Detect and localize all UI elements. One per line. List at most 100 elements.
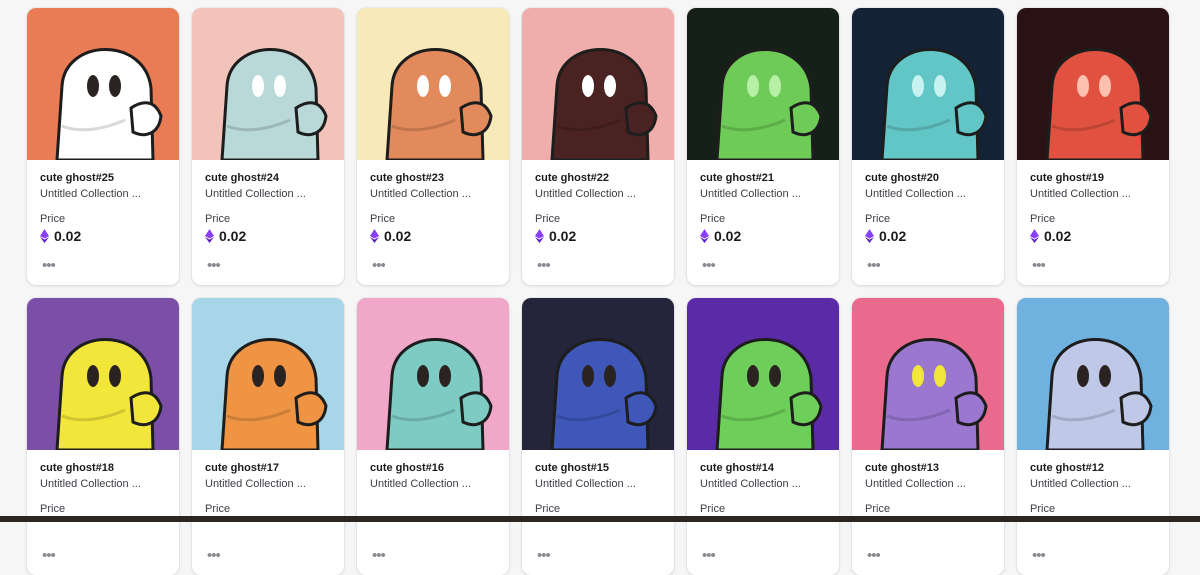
price-label: Price [205,213,231,225]
price-label: Price [535,213,561,225]
ethereum-icon [40,229,49,243]
ethereum-icon [700,229,709,243]
collection-name[interactable]: Untitled Collection ... [700,478,801,490]
more-options-button[interactable]: ••• [535,256,552,275]
more-options-button[interactable]: ••• [865,546,882,565]
nft-card[interactable]: cute ghost#25 Untitled Collection ... Pr… [27,8,179,285]
more-options-button[interactable]: ••• [205,256,222,275]
price-label: Price [1030,503,1056,515]
nft-title[interactable]: cute ghost#24 [205,172,279,184]
collection-name[interactable]: Untitled Collection ... [205,188,306,200]
nft-card[interactable]: cute ghost#14 Untitled Collection ... Pr… [687,298,839,575]
price-row: 0.02 [205,228,246,244]
nft-image [852,8,1004,160]
price-label: Price [40,213,66,225]
collection-name[interactable]: Untitled Collection ... [205,478,306,490]
collection-name[interactable]: Untitled Collection ... [865,188,966,200]
collection-name[interactable]: Untitled Collection ... [1030,478,1131,490]
nft-card[interactable]: cute ghost#24 Untitled Collection ... Pr… [192,8,344,285]
nft-title[interactable]: cute ghost#16 [370,462,444,474]
nft-title[interactable]: cute ghost#23 [370,172,444,184]
nft-image [852,298,1004,450]
more-options-button[interactable]: ••• [865,256,882,275]
price-label: Price [370,213,396,225]
more-options-button[interactable]: ••• [1030,256,1047,275]
price-label: Price [700,213,726,225]
price-label: Price [700,503,726,515]
collection-name[interactable]: Untitled Collection ... [535,188,636,200]
price-label: Price [535,503,561,515]
nft-title[interactable]: cute ghost#14 [700,462,774,474]
price-label: Price [1030,213,1056,225]
price-label: Price [205,503,231,515]
nft-grid: cute ghost#25 Untitled Collection ... Pr… [27,8,1169,575]
price-row: 0.02 [370,228,411,244]
nft-image [192,298,344,450]
price-value: 0.02 [384,228,412,244]
price-value: 0.02 [879,228,907,244]
nft-card[interactable]: cute ghost#12 Untitled Collection ... Pr… [1017,298,1169,575]
collection-name[interactable]: Untitled Collection ... [1030,188,1131,200]
collection-name[interactable]: Untitled Collection ... [40,188,141,200]
nft-title[interactable]: cute ghost#22 [535,172,609,184]
nft-image [192,8,344,160]
more-options-button[interactable]: ••• [700,256,717,275]
ethereum-icon [865,229,874,243]
nft-card[interactable]: cute ghost#17 Untitled Collection ... Pr… [192,298,344,575]
price-value: 0.02 [219,228,247,244]
price-row: 0.02 [865,228,906,244]
more-options-button[interactable]: ••• [535,546,552,565]
price-value: 0.02 [549,228,577,244]
price-label: Price [865,213,891,225]
collection-name[interactable]: Untitled Collection ... [40,478,141,490]
more-options-button[interactable]: ••• [40,546,57,565]
price-row: 0.02 [700,228,741,244]
nft-image [687,298,839,450]
price-label: Price [40,503,66,515]
nft-card[interactable]: cute ghost#19 Untitled Collection ... Pr… [1017,8,1169,285]
price-value: 0.02 [714,228,742,244]
more-options-button[interactable]: ••• [370,546,387,565]
nft-card[interactable]: cute ghost#16 Untitled Collection ... ••… [357,298,509,575]
nft-title[interactable]: cute ghost#19 [1030,172,1104,184]
more-options-button[interactable]: ••• [370,256,387,275]
nft-title[interactable]: cute ghost#15 [535,462,609,474]
collection-name[interactable]: Untitled Collection ... [370,478,471,490]
price-value: 0.02 [54,228,82,244]
nft-card[interactable]: cute ghost#13 Untitled Collection ... Pr… [852,298,1004,575]
nft-card[interactable]: cute ghost#15 Untitled Collection ... Pr… [522,298,674,575]
more-options-button[interactable]: ••• [40,256,57,275]
collection-name[interactable]: Untitled Collection ... [535,478,636,490]
nft-title[interactable]: cute ghost#18 [40,462,114,474]
nft-image [1017,298,1169,450]
collection-name[interactable]: Untitled Collection ... [370,188,471,200]
page-bottom-edge [0,516,1200,522]
collection-name[interactable]: Untitled Collection ... [865,478,966,490]
more-options-button[interactable]: ••• [1030,546,1047,565]
nft-image [687,8,839,160]
nft-image [522,298,674,450]
nft-card[interactable]: cute ghost#22 Untitled Collection ... Pr… [522,8,674,285]
price-row: 0.02 [535,228,576,244]
nft-card[interactable]: cute ghost#20 Untitled Collection ... Pr… [852,8,1004,285]
ethereum-icon [370,229,379,243]
nft-title[interactable]: cute ghost#21 [700,172,774,184]
nft-title[interactable]: cute ghost#12 [1030,462,1104,474]
price-row: 0.02 [1030,228,1071,244]
nft-title[interactable]: cute ghost#17 [205,462,279,474]
nft-title[interactable]: cute ghost#13 [865,462,939,474]
ethereum-icon [205,229,214,243]
more-options-button[interactable]: ••• [700,546,717,565]
price-row: 0.02 [40,228,81,244]
nft-card[interactable]: cute ghost#18 Untitled Collection ... Pr… [27,298,179,575]
nft-title[interactable]: cute ghost#20 [865,172,939,184]
nft-image [27,8,179,160]
nft-card[interactable]: cute ghost#21 Untitled Collection ... Pr… [687,8,839,285]
nft-title[interactable]: cute ghost#25 [40,172,114,184]
nft-image [522,8,674,160]
nft-card[interactable]: cute ghost#23 Untitled Collection ... Pr… [357,8,509,285]
more-options-button[interactable]: ••• [205,546,222,565]
ethereum-icon [535,229,544,243]
collection-name[interactable]: Untitled Collection ... [700,188,801,200]
ethereum-icon [1030,229,1039,243]
